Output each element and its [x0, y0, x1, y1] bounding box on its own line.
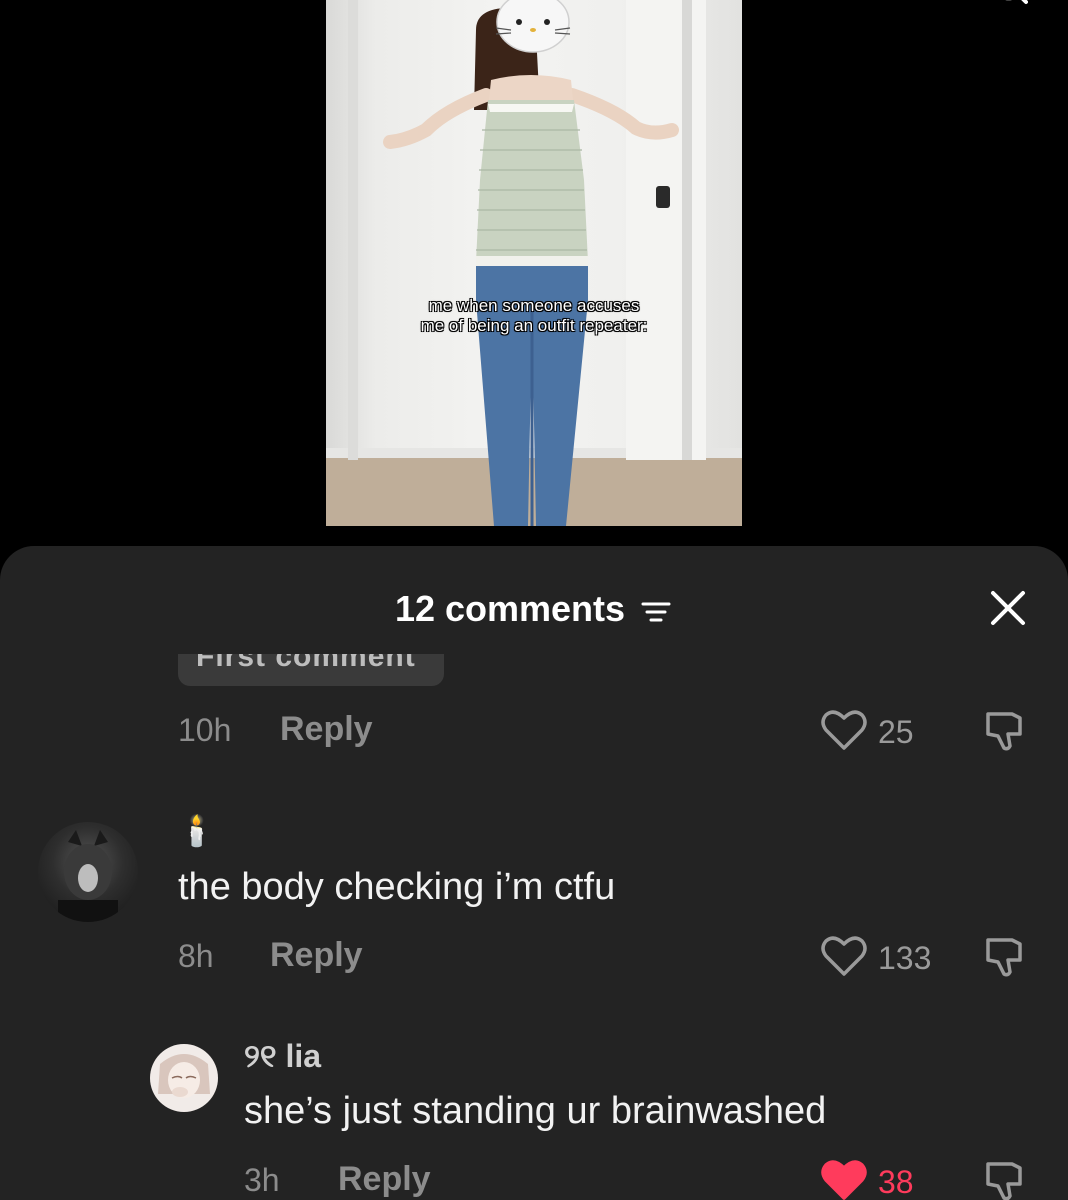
caption-line: me when someone accuses [428, 296, 640, 315]
avatar[interactable] [150, 1044, 218, 1112]
comment-time: 3h [244, 1162, 280, 1198]
caption-line: me of being an outfit repeater: [420, 316, 648, 335]
like-count: 133 [878, 940, 932, 976]
video-player[interactable]: me when someone accuses me of being an o… [326, 0, 742, 526]
comments-count-title: 12 comments [394, 588, 626, 629]
dislike-icon[interactable] [982, 708, 1028, 754]
partial-comment-text: First comment [196, 654, 416, 673]
comment-username[interactable]: 🕯️ [178, 814, 215, 849]
comment-time: 10h [178, 712, 232, 748]
avatar-image [158, 1054, 210, 1098]
reply-button[interactable]: Reply [270, 936, 363, 975]
heart-icon-filled[interactable] [820, 1158, 868, 1200]
close-icon[interactable] [990, 590, 1026, 626]
heart-icon[interactable] [820, 708, 868, 752]
comment-time: 8h [178, 938, 214, 974]
comment-text: the body checking i’m ctfu [178, 866, 616, 908]
comments-header: 12 comments [0, 588, 1068, 630]
comment-username[interactable]: ୨୧ lia [244, 1038, 321, 1076]
like-count: 25 [878, 714, 914, 750]
dislike-icon[interactable] [982, 1158, 1028, 1200]
video-frame [326, 0, 742, 526]
comments-sheet: 12 comments First comment 10h Reply 25 🕯… [0, 546, 1068, 1200]
app-screen: me when someone accuses me of being an o… [0, 0, 1068, 1200]
avatar-image [58, 830, 118, 922]
avatar[interactable] [38, 822, 138, 922]
reply-button[interactable]: Reply [280, 710, 373, 749]
filter-icon[interactable] [639, 596, 673, 626]
reply-button[interactable]: Reply [338, 1160, 431, 1199]
dislike-icon[interactable] [982, 934, 1028, 980]
comment-text: she’s just standing ur brainwashed [244, 1090, 827, 1132]
heart-icon[interactable] [820, 934, 868, 978]
search-icon[interactable] [988, 0, 1028, 16]
like-count: 38 [878, 1164, 914, 1200]
partial-comment-bubble: First comment [178, 654, 444, 686]
video-caption: me when someone accuses me of being an o… [326, 296, 742, 336]
